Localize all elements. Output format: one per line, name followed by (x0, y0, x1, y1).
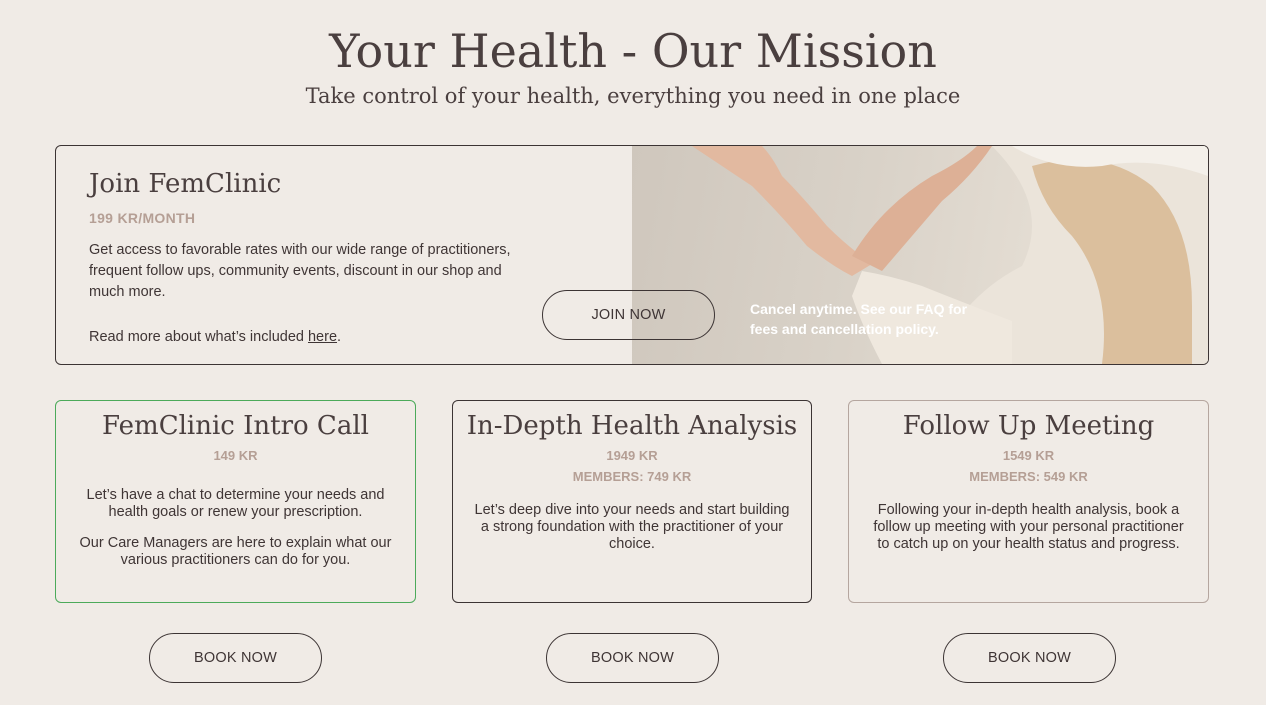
membership-price: 199 KR/MONTH (89, 210, 196, 226)
service-description: Following your in-depth health analysis,… (873, 502, 1184, 552)
service-card-follow-up: Follow Up Meeting 1549 KR MEMBERS: 549 K… (848, 400, 1209, 603)
read-more-suffix: . (337, 329, 342, 345)
service-card-intro-call: FemClinic Intro Call 149 KR Let’s have a… (55, 400, 416, 603)
membership-card: Join FemClinic 199 KR/MONTH Get access t… (55, 145, 1209, 365)
cancel-note: Cancel anytime. See our FAQ for fees and… (750, 301, 968, 337)
service-title: FemClinic Intro Call (102, 411, 369, 441)
service-title: In-Depth Health Analysis (466, 411, 798, 441)
service-price: 1549 KR (1002, 448, 1055, 463)
book-now-button-intro-call[interactable]: BOOK NOW (149, 633, 322, 683)
book-now-button-follow-up[interactable]: BOOK NOW (943, 633, 1116, 683)
read-more-text: Read more about what’s included here. (89, 327, 341, 347)
service-description: Let’s have a chat to determine your need… (86, 487, 385, 520)
page-subtitle: Take control of your health, everything … (305, 84, 961, 108)
service-description: Let’s deep dive into your needs and star… (474, 502, 790, 552)
service-title: Follow Up Meeting (902, 411, 1155, 441)
service-price: 1949 KR (606, 448, 658, 463)
read-more-prefix: Read more about what’s included (89, 329, 308, 345)
service-member-price: MEMBERS: 549 KR (969, 469, 1088, 484)
book-now-button-health-analysis[interactable]: BOOK NOW (546, 633, 719, 683)
membership-description: Get access to favorable rates with our w… (89, 242, 511, 300)
service-price: 149 KR (213, 448, 258, 463)
read-more-link[interactable]: here (308, 329, 337, 345)
page-title: Your Health - Our Mission (329, 24, 937, 78)
join-now-button[interactable]: JOIN NOW (542, 290, 715, 340)
service-member-price: MEMBERS: 749 KR (572, 469, 692, 484)
membership-title: Join FemClinic (89, 169, 282, 199)
service-description-secondary: Our Care Managers are here to explain wh… (79, 535, 392, 568)
service-card-health-analysis: In-Depth Health Analysis 1949 KR MEMBERS… (452, 400, 812, 603)
